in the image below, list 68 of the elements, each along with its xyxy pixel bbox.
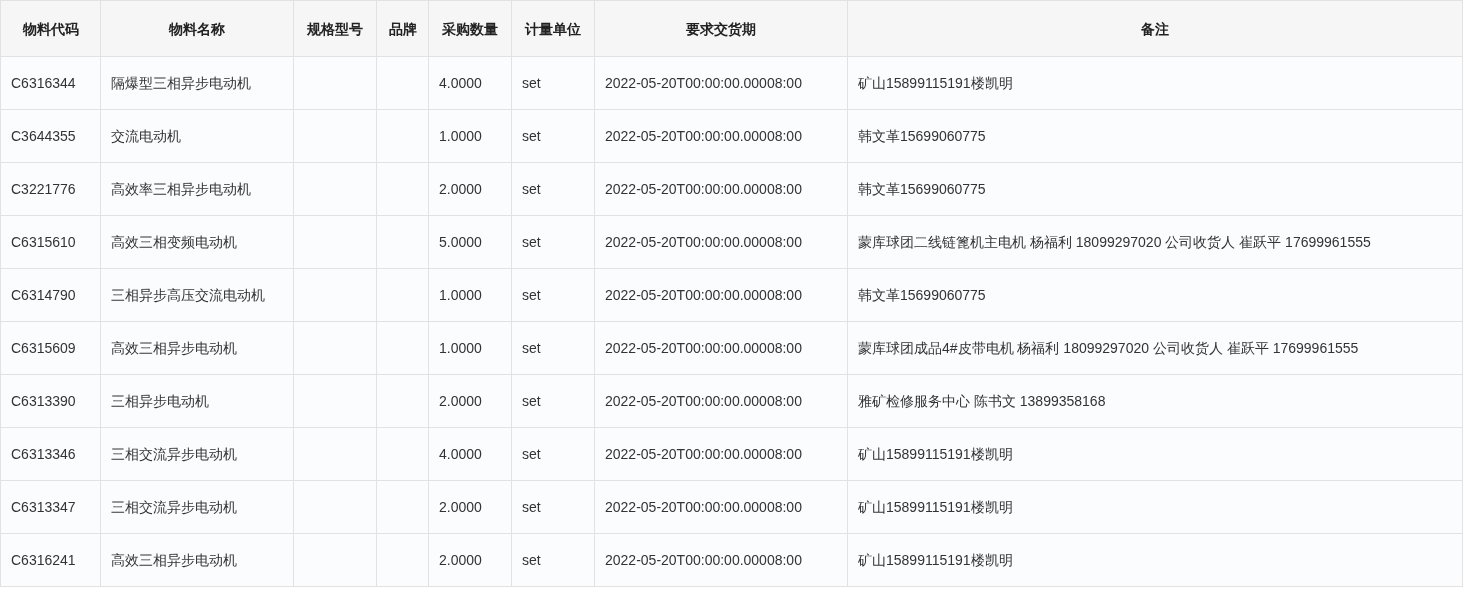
table-cell: set — [522, 234, 541, 250]
table-cell: 蒙库球团成品4#皮带电机 杨福利 18099297020 公司收货人 崔跃平 17699961555 — [858, 340, 1359, 356]
table-cell: C6313347 — [11, 499, 76, 515]
table-cell: 矿山15899115191楼凯明 — [858, 446, 1013, 462]
table-cell: 2022-05-20T00:00:00.00008:00 — [605, 393, 802, 409]
table-cell: 矿山15899115191楼凯明 — [858, 552, 1013, 568]
table-cell: 2.0000 — [439, 499, 482, 515]
table-cell: 2022-05-20T00:00:00.00008:00 — [605, 340, 802, 356]
table-cell: 矿山15899115191楼凯明 — [858, 75, 1013, 91]
table-cell: 2.0000 — [439, 552, 482, 568]
table-cell: 1.0000 — [439, 287, 482, 303]
table-cell: 隔爆型三相异步电动机 — [111, 75, 251, 91]
table-cell: 1.0000 — [439, 340, 482, 356]
table-cell: C3221776 — [11, 181, 76, 197]
table-cell: 韩文革15699060775 — [858, 128, 986, 144]
table-cell: 三相异步高压交流电动机 — [111, 287, 265, 303]
table-cell: 2022-05-20T00:00:00.00008:00 — [605, 552, 802, 568]
table-cell: 韩文革15699060775 — [858, 181, 986, 197]
table-cell: 高效率三相异步电动机 — [111, 181, 251, 197]
table-cell: set — [522, 128, 541, 144]
table-cell: 2022-05-20T00:00:00.00008:00 — [605, 128, 802, 144]
table-cell: set — [522, 287, 541, 303]
table-cell: set — [522, 499, 541, 515]
table-cell: set — [522, 446, 541, 462]
table-cell: 2022-05-20T00:00:00.00008:00 — [605, 181, 802, 197]
table-cell: 1.0000 — [439, 128, 482, 144]
table-cell: set — [522, 393, 541, 409]
column-header: 要求交货期 — [594, 0, 848, 57]
table-cell: 韩文革15699060775 — [858, 287, 986, 303]
table-cell: 高效三相异步电动机 — [111, 552, 237, 568]
table-cell: C3644355 — [11, 128, 76, 144]
column-header: 备注 — [847, 0, 1463, 57]
table-cell: 4.0000 — [439, 75, 482, 91]
table-cell: set — [522, 75, 541, 91]
table-cell: 交流电动机 — [111, 128, 181, 144]
table-cell: 雅矿检修服务中心 陈书文 13899358168 — [858, 393, 1106, 409]
table-cell: C6315610 — [11, 234, 76, 250]
table-cell: 4.0000 — [439, 446, 482, 462]
table-cell: 高效三相异步电动机 — [111, 340, 237, 356]
table-cell: 2022-05-20T00:00:00.00008:00 — [605, 75, 802, 91]
table-cell: 2.0000 — [439, 393, 482, 409]
column-header: 计量单位 — [511, 0, 595, 57]
table-cell: 2022-05-20T00:00:00.00008:00 — [605, 446, 802, 462]
table-cell: 三相交流异步电动机 — [111, 499, 237, 515]
column-header: 采购数量 — [428, 0, 512, 57]
table-cell: 蒙库球团二线链篦机主电机 杨福利 18099297020 公司收货人 崔跃平 17699961555 — [858, 234, 1371, 250]
column-header: 规格型号 — [293, 0, 377, 57]
table-cell: 2.0000 — [439, 181, 482, 197]
table-cell: 矿山15899115191楼凯明 — [858, 499, 1013, 515]
table-cell: C6316344 — [11, 75, 76, 91]
table-cell: 高效三相变频电动机 — [111, 234, 237, 250]
column-header: 物料代码 — [0, 0, 101, 57]
table-cell: 2022-05-20T00:00:00.00008:00 — [605, 287, 802, 303]
table-cell: C6316241 — [11, 552, 76, 568]
table-cell: set — [522, 340, 541, 356]
table-cell: set — [522, 552, 541, 568]
table-cell: set — [522, 181, 541, 197]
column-header: 物料名称 — [100, 0, 294, 57]
table-cell: C6314790 — [11, 287, 76, 303]
table-cell: 2022-05-20T00:00:00.00008:00 — [605, 234, 802, 250]
table-cell: C6313346 — [11, 446, 76, 462]
table-cell: 5.0000 — [439, 234, 482, 250]
table-cell: 2022-05-20T00:00:00.00008:00 — [605, 499, 802, 515]
table-cell: 三相异步电动机 — [111, 393, 209, 409]
column-header: 品牌 — [376, 0, 429, 57]
table-cell: C6315609 — [11, 340, 76, 356]
table-cell: C6313390 — [11, 393, 76, 409]
table-cell: 三相交流异步电动机 — [111, 446, 237, 462]
